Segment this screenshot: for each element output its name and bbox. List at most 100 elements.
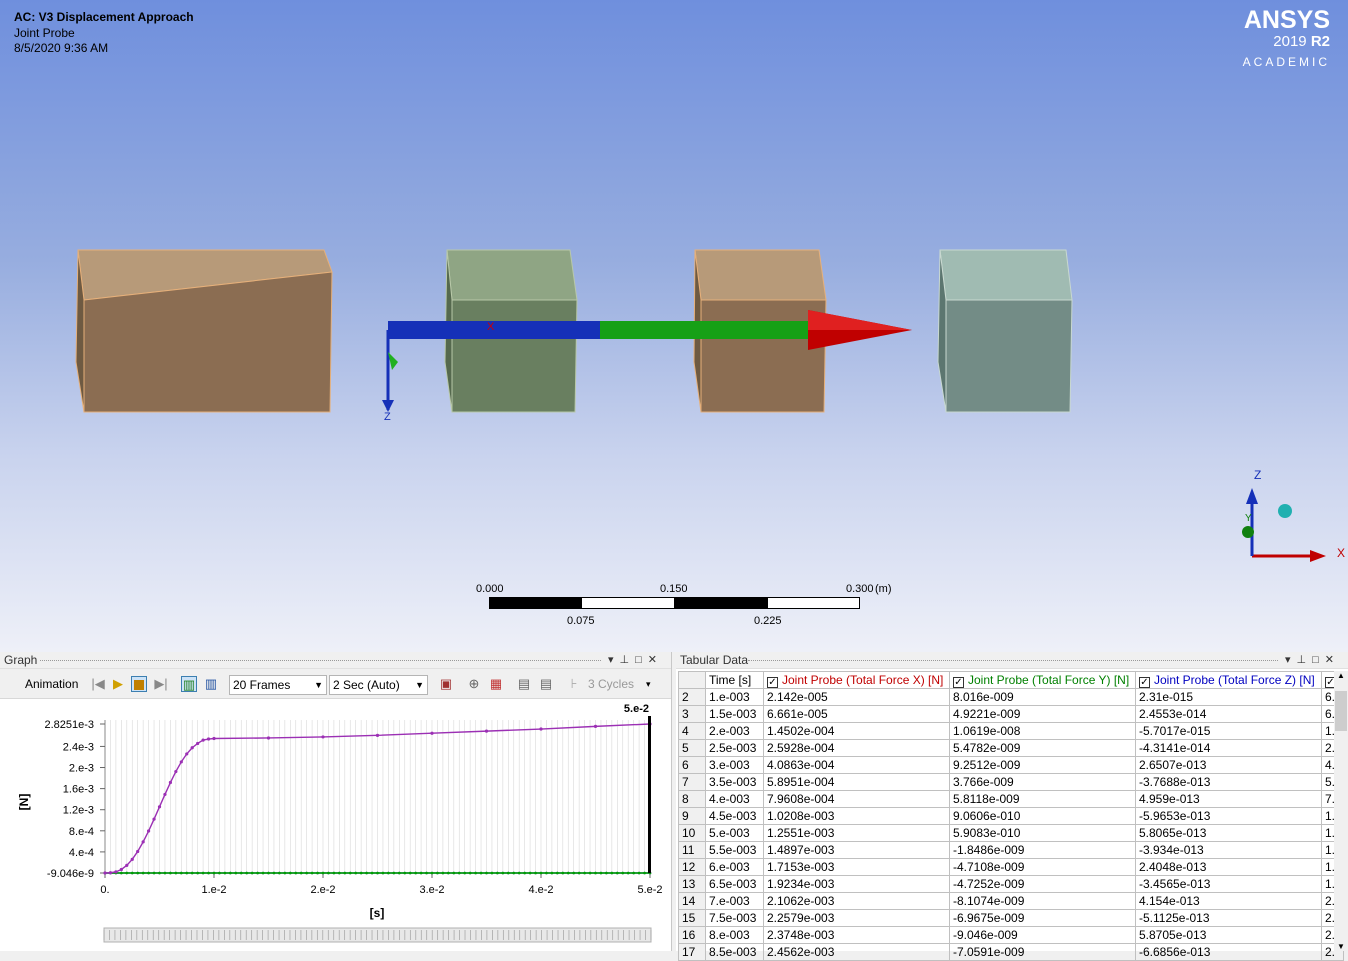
play-icon[interactable]: ▶: [110, 676, 126, 692]
table-cell[interactable]: 5.4782e-009: [949, 739, 1136, 757]
graph-chart[interactable]: 2.8251e-3 2.4e-3 2.e-3 1.6e-3 1.2e-3 8.e-4 4.e…: [0, 702, 670, 951]
table-cell[interactable]: -3.934e-013: [1135, 841, 1322, 859]
table-row[interactable]: 13 6.5e-003 1.9234e-003 -4.7252e-009 -3.4565…: [678, 875, 1344, 893]
pane-menu-icon[interactable]: ▾: [1285, 654, 1297, 666]
table-cell[interactable]: 2.2579e-003: [763, 909, 950, 927]
table-cell[interactable]: 3.e-003: [705, 756, 764, 774]
table-cell[interactable]: 2.e-003: [705, 722, 764, 740]
table-cell[interactable]: 4.0863e-004: [763, 756, 950, 774]
table-cell[interactable]: 1.5e-003: [705, 705, 764, 723]
table-cell[interactable]: 2.4562e-003: [763, 943, 950, 961]
column-header[interactable]: ✓ Joint Probe (Total Force Z) [N]: [1135, 671, 1322, 689]
table-cell[interactable]: 4.154e-013: [1135, 892, 1322, 910]
table-cell[interactable]: 7.e-003: [705, 892, 764, 910]
table-cell[interactable]: 8.e-003: [705, 926, 764, 944]
cycles-icon[interactable]: ⊦: [566, 676, 582, 692]
table-cell[interactable]: 5.8705e-013: [1135, 926, 1322, 944]
table-cell[interactable]: -4.7252e-009: [949, 875, 1136, 893]
table-cell[interactable]: -1.8486e-009: [949, 841, 1136, 859]
table-row[interactable]: 9 4.5e-003 1.0208e-003 9.0606e-010 -5.9653e-…: [678, 807, 1344, 825]
table-cell[interactable]: 4.e-003: [705, 790, 764, 808]
table-cell[interactable]: 2.4048e-013: [1135, 858, 1322, 876]
table-cell[interactable]: 2.31e-015: [1135, 688, 1322, 706]
table-cell[interactable]: 5.9083e-010: [949, 824, 1136, 842]
pin-icon[interactable]: ⊥: [1297, 654, 1313, 666]
table-cell[interactable]: 1.0619e-008: [949, 722, 1136, 740]
table-cell[interactable]: 9.0606e-010: [949, 807, 1136, 825]
table-row[interactable]: 7 3.5e-003 5.8951e-004 3.766e-009 -3.7688e-0…: [678, 773, 1344, 791]
table-cell[interactable]: -9.046e-009: [949, 926, 1136, 944]
geometry-viewport[interactable]: AC: V3 Displacement Approach Joint Probe…: [0, 0, 1348, 652]
table-cell[interactable]: 3.766e-009: [949, 773, 1136, 791]
checkbox-checked-icon[interactable]: ✓: [1139, 676, 1150, 688]
table-cell[interactable]: 2.142e-005: [763, 688, 950, 706]
table-cell[interactable]: 4.959e-013: [1135, 790, 1322, 808]
table-cell[interactable]: 4.9221e-009: [949, 705, 1136, 723]
table-cell[interactable]: 8.5e-003: [705, 943, 764, 961]
column-header[interactable]: Time [s]: [705, 671, 764, 689]
table-cell[interactable]: -8.1074e-009: [949, 892, 1136, 910]
table-cell[interactable]: 7.9608e-004: [763, 790, 950, 808]
table-cell[interactable]: 2.5928e-004: [763, 739, 950, 757]
table-icon[interactable]: ▤: [516, 676, 532, 692]
table-cell[interactable]: -7.0591e-009: [949, 943, 1136, 961]
table-cell[interactable]: 4.5e-003: [705, 807, 764, 825]
scroll-thumb[interactable]: [1335, 691, 1347, 731]
table-cell[interactable]: -4.7108e-009: [949, 858, 1136, 876]
table-cell[interactable]: 6.5e-003: [705, 875, 764, 893]
pane-menu-icon[interactable]: ▾: [608, 654, 620, 666]
duration-dropdown[interactable]: 2 Sec (Auto) ▼: [329, 675, 428, 695]
last-frame-icon[interactable]: ▶|: [153, 676, 169, 692]
table-row[interactable]: 10 5.e-003 1.2551e-003 5.9083e-010 5.8065e-0…: [678, 824, 1344, 842]
table-cell[interactable]: -4.3141e-014: [1135, 739, 1322, 757]
distributed-frames-icon[interactable]: ▥: [181, 676, 197, 692]
body-block-1[interactable]: [75, 249, 333, 413]
vertical-scrollbar[interactable]: ▲ ▼: [1334, 671, 1348, 951]
table-row[interactable]: 4 2.e-003 1.4502e-004 1.0619e-008 -5.7017e-0…: [678, 722, 1344, 740]
chart-icon[interactable]: ▤: [538, 676, 554, 692]
table-cell[interactable]: 2.6507e-013: [1135, 756, 1322, 774]
table-cell[interactable]: 2.1062e-003: [763, 892, 950, 910]
table-cell[interactable]: 6.e-003: [705, 858, 764, 876]
table-cell[interactable]: -5.9653e-013: [1135, 807, 1322, 825]
column-header[interactable]: ✓ Joint Probe (Total Force Y) [N]: [949, 671, 1136, 689]
table-row[interactable]: 16 8.e-003 2.3748e-003 -9.046e-009 5.8705e-0…: [678, 926, 1344, 944]
stop-icon[interactable]: [131, 676, 147, 692]
table-cell[interactable]: 5.e-003: [705, 824, 764, 842]
body-block-4[interactable]: [937, 249, 1073, 413]
table-row[interactable]: 11 5.5e-003 1.4897e-003 -1.8486e-009 -3.934e…: [678, 841, 1344, 859]
table-row[interactable]: 8 4.e-003 7.9608e-004 5.8118e-009 4.959e-013…: [678, 790, 1344, 808]
time-cursor[interactable]: [648, 716, 651, 873]
table-row[interactable]: 14 7.e-003 2.1062e-003 -8.1074e-009 4.154e-0…: [678, 892, 1344, 910]
cycles-label[interactable]: 3 Cycles: [588, 677, 634, 691]
zoom-icon[interactable]: ⊕: [466, 676, 482, 692]
table-cell[interactable]: 7.5e-003: [705, 909, 764, 927]
table-cell[interactable]: 6.661e-005: [763, 705, 950, 723]
frames-dropdown[interactable]: 20 Frames ▼: [229, 675, 327, 695]
table-row[interactable]: 5 2.5e-003 2.5928e-004 5.4782e-009 -4.3141e-…: [678, 739, 1344, 757]
table-cell[interactable]: 2.4553e-014: [1135, 705, 1322, 723]
toolbar-overflow-icon[interactable]: ▾: [646, 679, 651, 690]
table-cell[interactable]: 9.2512e-009: [949, 756, 1136, 774]
table-cell[interactable]: 2.5e-003: [705, 739, 764, 757]
table-cell[interactable]: -5.1125e-013: [1135, 909, 1322, 927]
table-cell[interactable]: 1.9234e-003: [763, 875, 950, 893]
column-header[interactable]: ✓ Joint Probe (Total Force X) [N]: [763, 671, 950, 689]
export-video-icon[interactable]: ▣: [438, 676, 454, 692]
table-cell[interactable]: -5.7017e-015: [1135, 722, 1322, 740]
table-cell[interactable]: 3.5e-003: [705, 773, 764, 791]
table-row[interactable]: 15 7.5e-003 2.2579e-003 -6.9675e-009 -5.1125…: [678, 909, 1344, 927]
table-row[interactable]: 17 8.5e-003 2.4562e-003 -7.0591e-009 -6.6856…: [678, 943, 1344, 961]
scroll-down-icon[interactable]: ▼: [1334, 942, 1348, 951]
table-row[interactable]: 6 3.e-003 4.0863e-004 9.2512e-009 2.6507e-01…: [678, 756, 1344, 774]
table-cell[interactable]: 1.7153e-003: [763, 858, 950, 876]
table-cell[interactable]: 5.8118e-009: [949, 790, 1136, 808]
table-cell[interactable]: -6.9675e-009: [949, 909, 1136, 927]
table-cell[interactable]: 5.5e-003: [705, 841, 764, 859]
table-cell[interactable]: 1.4502e-004: [763, 722, 950, 740]
table-cell[interactable]: 8.016e-009: [949, 688, 1136, 706]
checkbox-checked-icon[interactable]: ✓: [767, 676, 778, 688]
table-cell[interactable]: -3.4565e-013: [1135, 875, 1322, 893]
table-cell[interactable]: 5.8951e-004: [763, 773, 950, 791]
table-cell[interactable]: -6.6856e-013: [1135, 943, 1322, 961]
